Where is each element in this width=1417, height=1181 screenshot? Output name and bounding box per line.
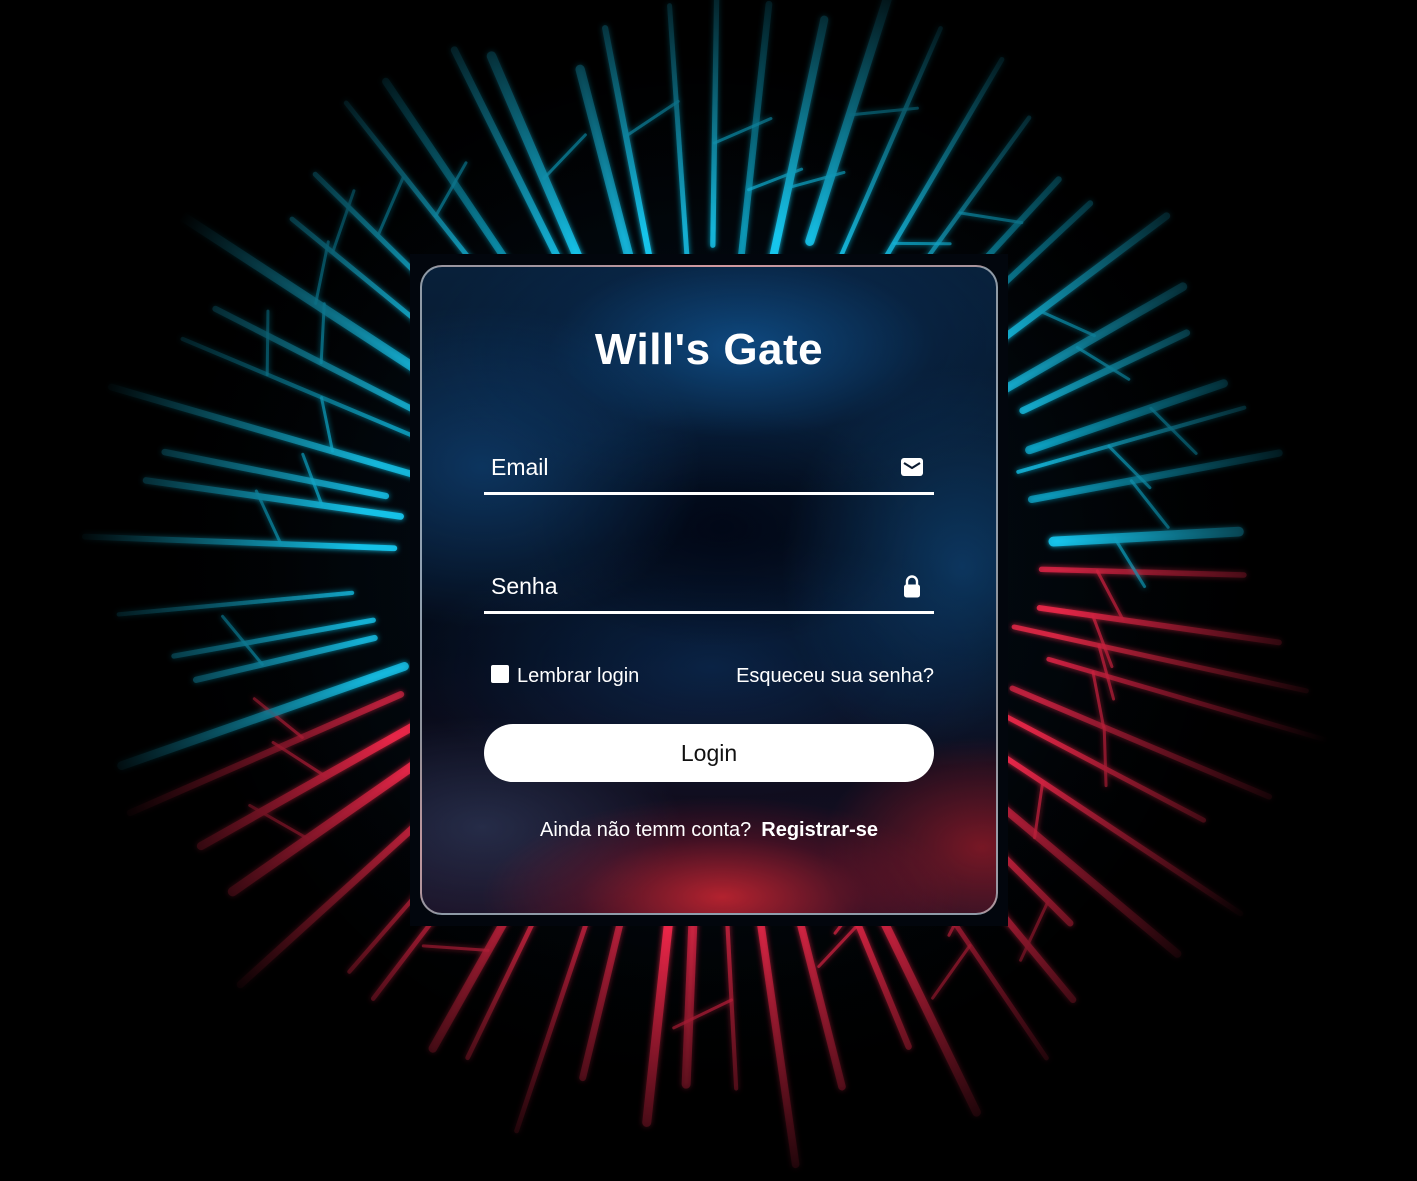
register-question: Ainda não temm conta?: [540, 819, 752, 841]
remember-login[interactable]: Lembrar login: [491, 664, 640, 688]
register-link[interactable]: Registrar-se: [761, 819, 878, 841]
options-row: Lembrar login Esqueceu sua senha?: [484, 664, 934, 693]
forgot-password-link[interactable]: Esqueceu sua senha?: [736, 665, 934, 688]
lock-icon: [904, 575, 920, 598]
register-prompt: Ainda não temm conta? Registrar-se: [422, 819, 996, 842]
page-background: Will's Gate Lembrar login Esqueceu sua s…: [0, 0, 1417, 1181]
login-button[interactable]: Login: [484, 724, 934, 782]
email-field: [484, 443, 934, 495]
app-title: Will's Gate: [594, 325, 824, 374]
remember-label: Lembrar login: [517, 665, 640, 687]
password-input[interactable]: [484, 562, 884, 611]
envelope-icon: [901, 458, 923, 476]
password-field: [484, 562, 934, 614]
email-input[interactable]: [484, 443, 884, 492]
remember-checkbox[interactable]: [491, 664, 509, 683]
login-card: Will's Gate Lembrar login Esqueceu sua s…: [420, 265, 998, 915]
